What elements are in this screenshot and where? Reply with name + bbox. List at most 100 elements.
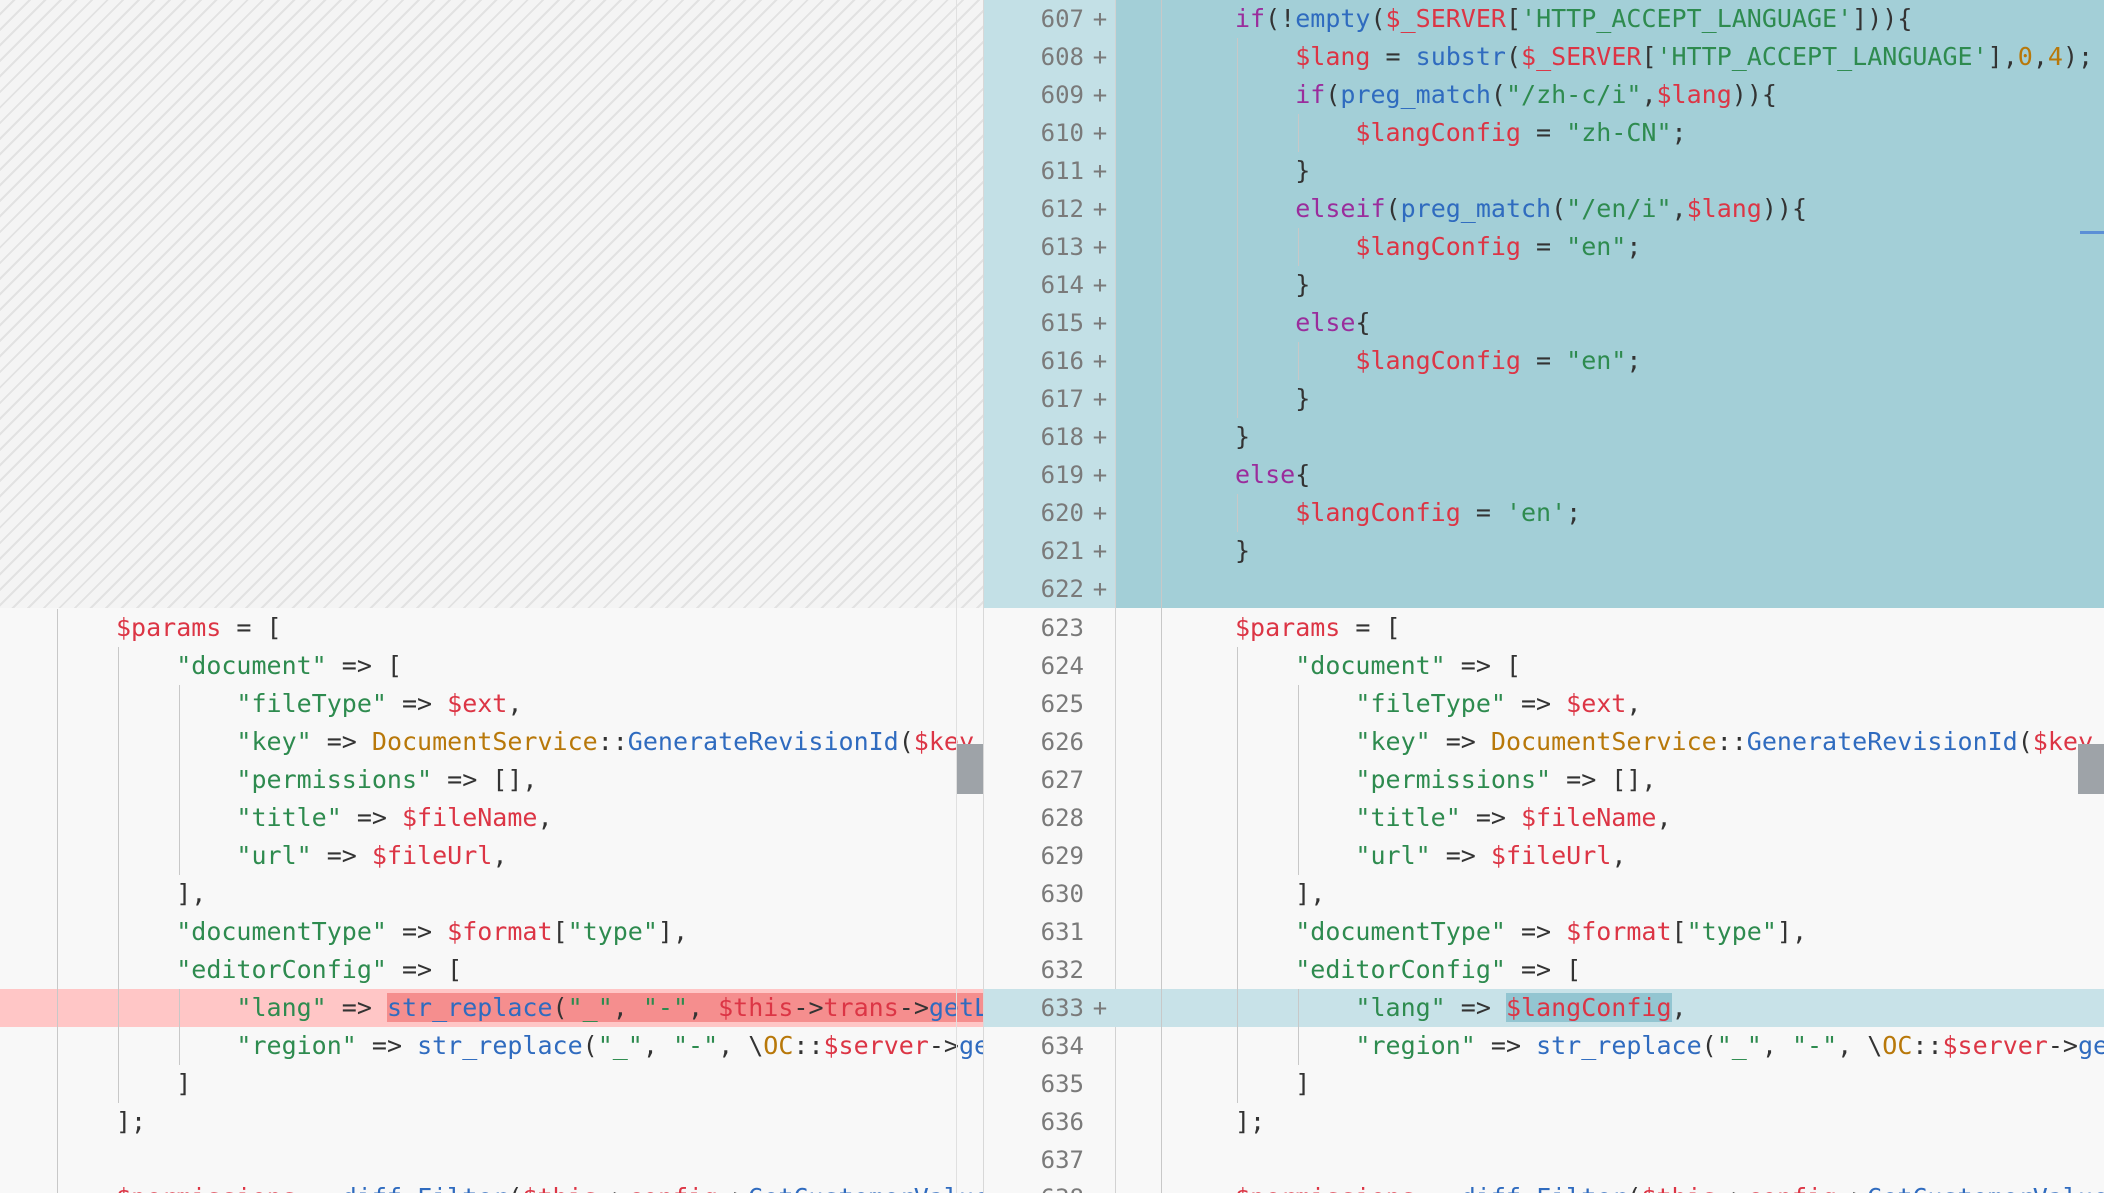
code-token: $server xyxy=(1942,1031,2048,1060)
code-text: "documentType" => $format["type"], xyxy=(116,913,688,951)
code-line[interactable]: $params = [ xyxy=(0,609,984,647)
code-line[interactable]: 616 + $langConfig = "en"; xyxy=(984,342,2104,380)
code-token: -> xyxy=(598,1183,628,1193)
right-diff-pane[interactable]: 607 + if(!empty($_SERVER['HTTP_ACCEPT_LANG… xyxy=(984,0,2104,1193)
code-token: $lang xyxy=(1656,80,1732,109)
line-number: 618 xyxy=(1040,423,1084,451)
code-line[interactable]: 608 + $lang = substr($_SERVER['HTTP_ACCEP… xyxy=(984,38,2104,76)
indent-guide xyxy=(57,609,58,1193)
code-token: :: xyxy=(1912,1031,1943,1060)
code-token: ( xyxy=(1325,80,1341,109)
code-line[interactable]: 624 "document" => [ xyxy=(984,647,2104,685)
code-line[interactable]: 619 + else{ xyxy=(984,456,2104,494)
code-line[interactable]: 623 $params = [ xyxy=(984,609,2104,647)
code-line[interactable]: 635 ] xyxy=(984,1065,2104,1103)
indent-guide xyxy=(1298,228,1299,266)
code-text: if(preg_match("/zh-c/i",$lang)){ xyxy=(1235,76,1777,114)
code-token: $fileName xyxy=(1521,803,1657,832)
code-line[interactable]: 617 + } xyxy=(984,380,2104,418)
left-scrollbar-thumb[interactable] xyxy=(957,744,984,794)
code-token: { xyxy=(1295,460,1311,489)
code-token: -> xyxy=(718,1183,748,1193)
code-line[interactable]: 610 + $langConfig = "zh-CN"; xyxy=(984,114,2104,152)
code-line[interactable]: 613 + $langConfig = "en"; xyxy=(984,228,2104,266)
code-token: "/en/i" xyxy=(1566,194,1672,223)
code-line[interactable]: 614 + } xyxy=(984,266,2104,304)
code-line[interactable]: "editorConfig" => [ xyxy=(0,951,984,989)
code-line[interactable]: 632 "editorConfig" => [ xyxy=(984,951,2104,989)
code-token: => xyxy=(1475,1031,1537,1060)
code-token: ] xyxy=(1235,1069,1311,1098)
code-line[interactable]: 618 +} xyxy=(984,418,2104,456)
code-token: } xyxy=(1235,422,1251,451)
code-line[interactable]: ], xyxy=(0,875,984,913)
code-line[interactable]: "key" => DocumentService::GenerateRevisi… xyxy=(0,723,984,761)
code-line[interactable]: $permissions = diff_Filter($this->config… xyxy=(0,1179,984,1193)
code-token: , \ xyxy=(718,1031,764,1060)
code-token: "title" xyxy=(1355,803,1461,832)
code-line[interactable]: 634 "region" => str_replace("_", "-", \O… xyxy=(984,1027,2104,1065)
code-token: "document" xyxy=(176,651,327,680)
code-line[interactable]: 636]; xyxy=(984,1103,2104,1141)
code-text: "title" => $fileName, xyxy=(1235,799,1671,837)
code-text: elseif(preg_match("/en/i",$lang)){ xyxy=(1235,190,1807,228)
code-token: $ext xyxy=(1566,689,1627,718)
code-line[interactable]: 626 "key" => DocumentService::GenerateRe… xyxy=(984,723,2104,761)
code-line[interactable]: 620 + $langConfig = 'en'; xyxy=(984,494,2104,532)
code-token: trans xyxy=(823,993,899,1022)
code-text: ]; xyxy=(116,1103,146,1141)
code-token: [ xyxy=(552,917,568,946)
code-line[interactable]: 625 "fileType" => $ext, xyxy=(984,685,2104,723)
left-diff-pane[interactable]: $params = [ "document" => [ "fileType" =… xyxy=(0,0,984,1193)
code-line[interactable]: 611 + } xyxy=(984,152,2104,190)
code-line[interactable]: 631 "documentType" => $format["type"], xyxy=(984,913,2104,951)
code-line[interactable]: 607 + if(!empty($_SERVER['HTTP_ACCEPT_LANG… xyxy=(984,0,2104,38)
code-token: $langConfig xyxy=(1355,346,1521,375)
diff-marker: + xyxy=(1092,461,1108,489)
diff-marker: + xyxy=(1092,385,1108,413)
code-token: , xyxy=(1671,194,1687,223)
line-number: 630 xyxy=(1040,880,1084,908)
code-line[interactable]: "document" => [ xyxy=(0,647,984,685)
removed-line[interactable]: "lang" => str_replace("_", "-", $this->t… xyxy=(0,989,984,1027)
code-line[interactable]: 612 + elseif(preg_match("/en/i",$lang)){ xyxy=(984,190,2104,228)
code-line[interactable] xyxy=(0,1141,984,1179)
added-line[interactable]: 633 + "lang" => $langConfig, xyxy=(984,989,2104,1027)
code-token: $langConfig xyxy=(1505,993,1672,1022)
code-line[interactable]: 615 + else{ xyxy=(984,304,2104,342)
indent-guide xyxy=(1161,0,1162,1193)
code-line[interactable]: "url" => $fileUrl, xyxy=(0,837,984,875)
code-line[interactable]: 629 "url" => $fileUrl, xyxy=(984,837,2104,875)
code-text: else{ xyxy=(1235,304,1370,342)
code-line[interactable]: 609 + if(preg_match("/zh-c/i",$lang)){ xyxy=(984,76,2104,114)
line-number: 611 xyxy=(1040,157,1084,185)
code-line[interactable]: 630 ], xyxy=(984,875,2104,913)
code-line[interactable]: ] xyxy=(0,1065,984,1103)
right-scrollbar-thumb[interactable] xyxy=(2078,744,2104,794)
code-line[interactable]: "region" => str_replace("_", "-", \OC::$… xyxy=(0,1027,984,1065)
code-line[interactable]: ]; xyxy=(0,1103,984,1141)
code-line[interactable]: "documentType" => $format["type"], xyxy=(0,913,984,951)
code-token: GenerateRevisionId xyxy=(1746,727,2018,756)
left-scrollbar-track[interactable] xyxy=(956,0,957,1193)
code-token: , xyxy=(2032,42,2048,71)
code-line[interactable]: "fileType" => $ext, xyxy=(0,685,984,723)
code-token: "document" xyxy=(1295,651,1446,680)
code-token: substr xyxy=(1415,42,1506,71)
code-line[interactable]: "title" => $fileName, xyxy=(0,799,984,837)
code-token: ]; xyxy=(1235,1107,1266,1136)
code-token: = xyxy=(1370,42,1416,71)
code-token: => xyxy=(1430,727,1491,756)
code-token: :: xyxy=(793,1031,824,1060)
code-line[interactable]: 621 +} xyxy=(984,532,2104,570)
code-line[interactable]: 628 "title" => $fileName, xyxy=(984,799,2104,837)
code-line[interactable]: 637 xyxy=(984,1141,2104,1179)
code-line[interactable]: 638$permissions = diff_Filter($this->con… xyxy=(984,1179,2104,1193)
indent-guide xyxy=(1298,342,1299,380)
code-line[interactable]: 627 "permissions" => [], xyxy=(984,761,2104,799)
code-text: "fileType" => $ext, xyxy=(1235,685,1641,723)
code-line[interactable]: "permissions" => [], xyxy=(0,761,984,799)
code-token: $fileName xyxy=(402,803,538,832)
code-line[interactable]: 622 + xyxy=(984,570,2104,608)
